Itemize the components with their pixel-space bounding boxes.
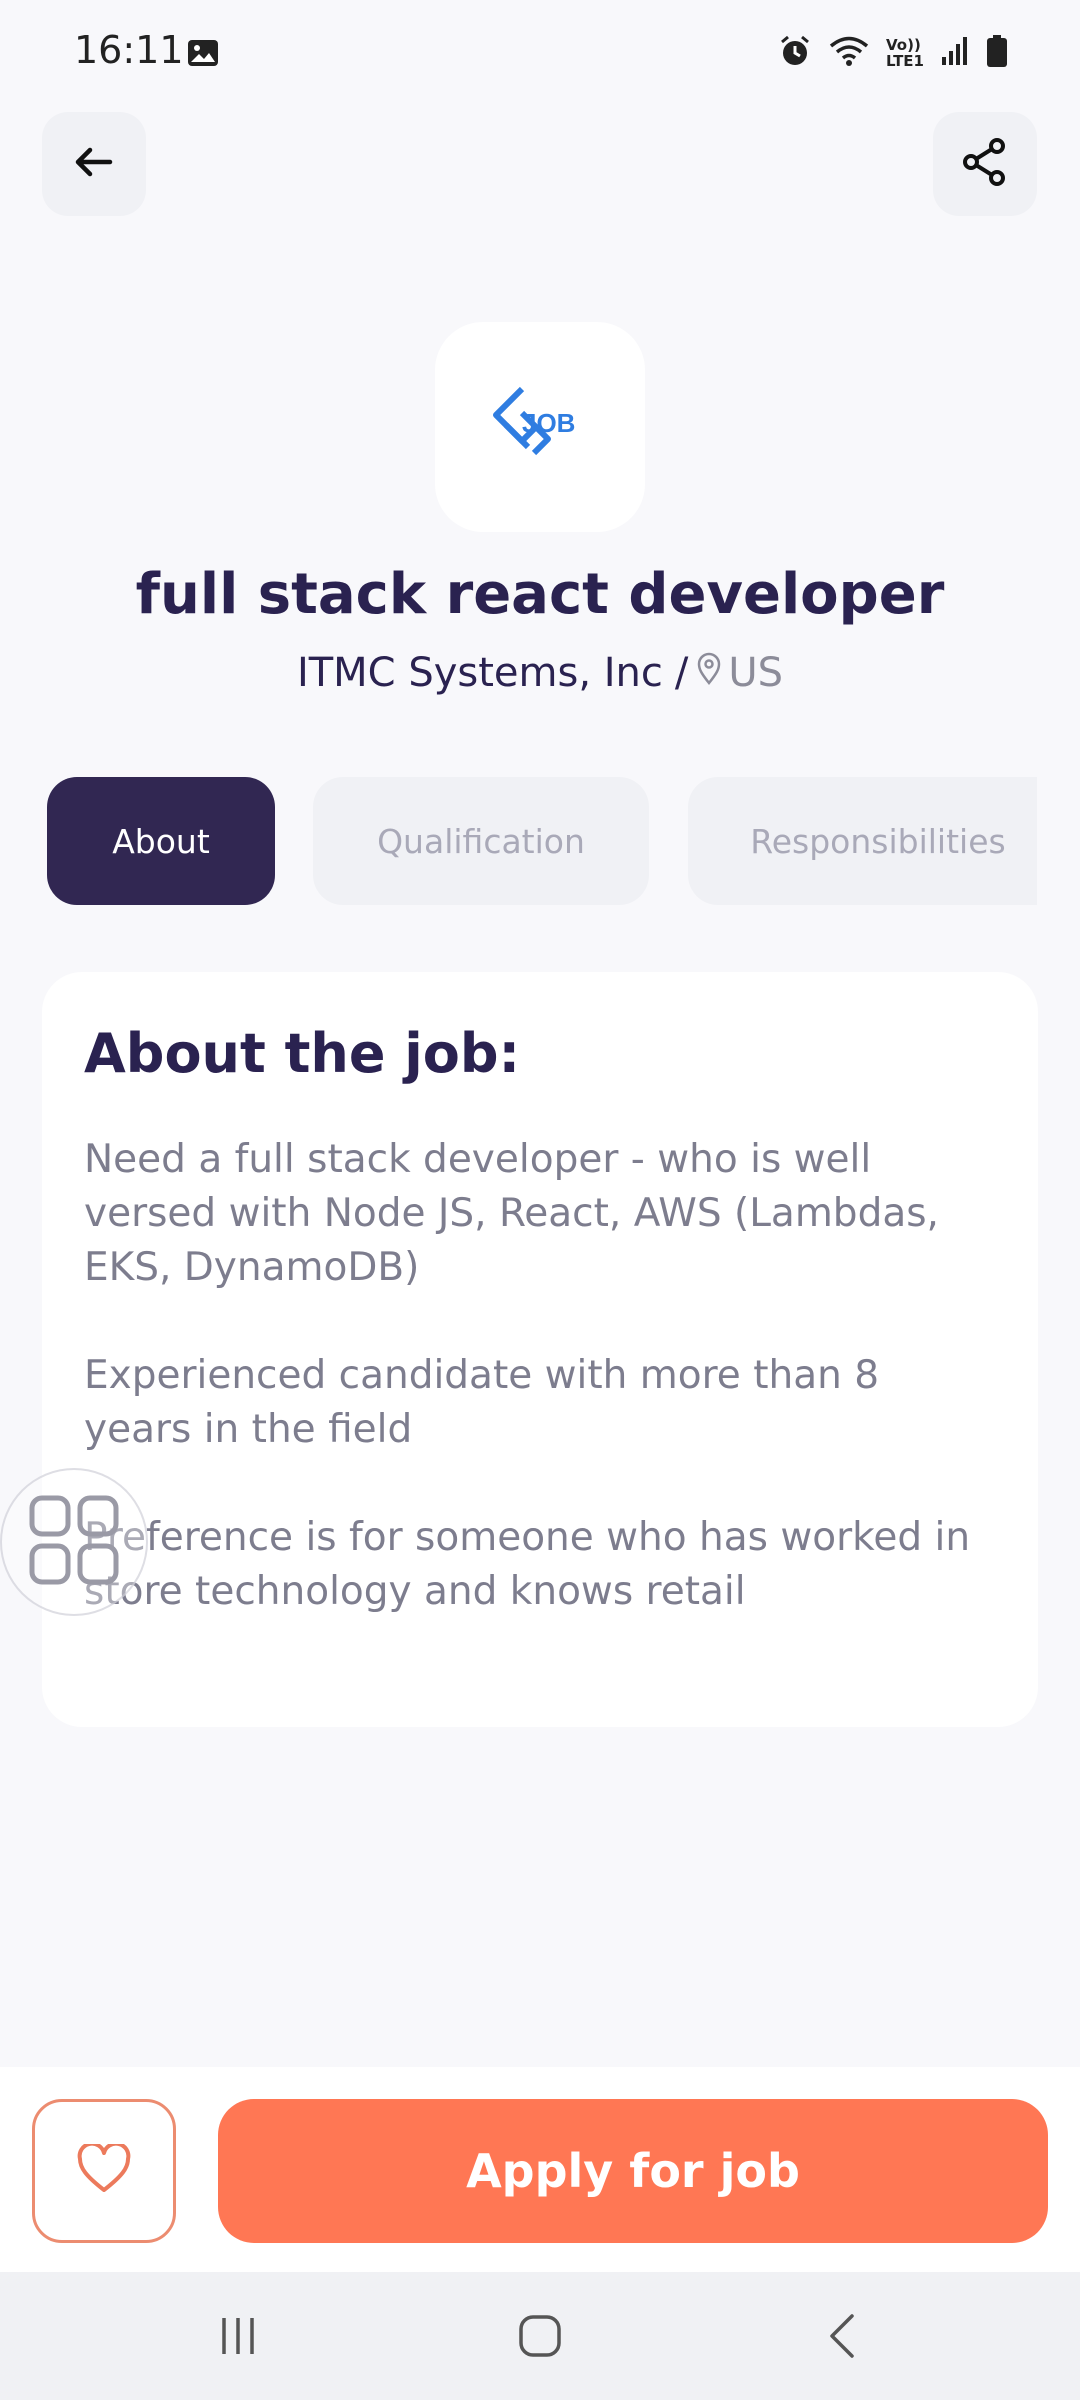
bottom-action-bar: Apply for job xyxy=(0,2067,1080,2272)
heart-icon xyxy=(76,2141,132,2198)
about-heading: About the job: xyxy=(84,1022,521,1085)
share-button[interactable] xyxy=(933,112,1037,216)
company-name: ITMC Systems, Inc xyxy=(296,650,663,696)
tab-about[interactable]: About xyxy=(47,777,275,905)
volte-label: Vo)) xyxy=(886,36,921,54)
apply-button[interactable]: Apply for job xyxy=(218,2099,1048,2243)
company-row: ITMC Systems, Inc / US xyxy=(0,650,1080,696)
tab-responsibilities[interactable]: Responsibilities xyxy=(688,777,1037,905)
recent-apps-button[interactable] xyxy=(208,2308,268,2368)
system-back-button[interactable] xyxy=(812,2308,872,2368)
logo-text: JOB xyxy=(522,408,575,438)
grid-icon xyxy=(26,1492,122,1592)
floating-menu-button[interactable] xyxy=(0,1468,148,1616)
home-button[interactable] xyxy=(510,2308,570,2368)
tab-bar: About Qualification Responsibilities xyxy=(47,777,1037,905)
job-details-screen: 16:11 Vo)) LTE1 JOB full stack react dev… xyxy=(0,0,1080,2400)
home-icon xyxy=(517,2313,563,2363)
company-logo: JOB xyxy=(435,322,645,532)
about-paragraph: Need a full stack developer - who is wel… xyxy=(84,1137,939,1290)
image-icon xyxy=(186,38,220,72)
wifi-icon xyxy=(828,34,870,72)
about-paragraph: Experienced candidate with more than 8 y… xyxy=(84,1353,880,1452)
about-card: About the job: Need a full stack develop… xyxy=(42,972,1038,1727)
chevron-left-icon xyxy=(822,2312,862,2364)
status-bar: 16:11 Vo)) LTE1 xyxy=(0,0,1080,105)
share-icon xyxy=(959,136,1011,192)
location-pin-icon xyxy=(696,650,722,696)
battery-icon xyxy=(986,34,1008,72)
favorite-button[interactable] xyxy=(32,2099,176,2243)
arrow-left-icon xyxy=(70,138,118,190)
alarm-icon xyxy=(778,34,812,72)
job-title: full stack react developer xyxy=(135,562,945,627)
tab-qualification[interactable]: Qualification xyxy=(313,777,649,905)
status-time: 16:11 xyxy=(74,28,184,72)
signal-icon xyxy=(940,35,970,71)
job-logo-icon: JOB xyxy=(493,386,575,456)
lte-label: LTE1 xyxy=(886,52,924,70)
system-nav-bar xyxy=(0,2272,1080,2400)
separator: / xyxy=(674,650,689,696)
status-icons: Vo)) LTE1 xyxy=(778,34,1008,72)
location-text: US xyxy=(728,650,784,696)
recent-apps-icon xyxy=(216,2314,260,2362)
volte-icon: Vo)) LTE1 xyxy=(886,37,924,69)
back-button[interactable] xyxy=(42,112,146,216)
about-paragraph: Preference is for someone who has worked… xyxy=(84,1515,971,1614)
